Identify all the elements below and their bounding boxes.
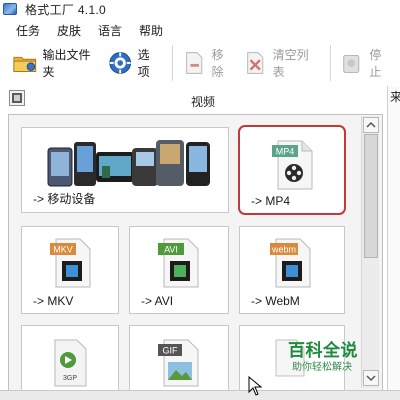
- output-folder-label: 输出文件夹: [42, 48, 91, 79]
- stop-label: 停止: [369, 48, 382, 79]
- clear-list-label: 清空列表: [272, 48, 309, 79]
- title-bar: 格式工厂 4.1.0: [0, 0, 400, 18]
- webm-badge: webm: [271, 245, 296, 255]
- clear-list-button[interactable]: 清空列表: [242, 43, 318, 83]
- options-label: 选项: [137, 48, 150, 79]
- gif-file-icon: GIF: [158, 339, 199, 387]
- task-list-pane: 来: [387, 86, 400, 400]
- remove-button[interactable]: 移除: [181, 43, 234, 83]
- tile-mkv[interactable]: MKV -> MKV: [21, 226, 119, 314]
- mouse-cursor-icon: [248, 376, 262, 396]
- tile-label: -> AVI: [141, 294, 174, 308]
- avi-badge: AVI: [164, 245, 178, 255]
- tile-mobile-devices[interactable]: -> 移动设备: [21, 127, 229, 213]
- toolbar-divider: [172, 45, 174, 81]
- tile-label: -> 移动设备: [33, 192, 96, 206]
- webm-file-icon: webm: [270, 238, 311, 288]
- video-panel-title: 视频: [191, 95, 216, 109]
- folder-icon: [13, 56, 37, 72]
- options-gear-icon: [109, 52, 132, 74]
- tile-webm[interactable]: webm -> WebM: [239, 226, 345, 314]
- film-icon[interactable]: [9, 90, 25, 106]
- 3gp-file-icon: 3GP: [54, 339, 87, 387]
- watermark-subtitle: 助你轻松解决: [292, 362, 352, 373]
- tile-avi[interactable]: AVI -> AVI: [129, 226, 229, 314]
- menu-task[interactable]: 任务: [16, 22, 40, 39]
- clear-list-icon: [247, 52, 264, 74]
- tile-gif[interactable]: GIF: [129, 325, 229, 391]
- chevron-down-icon: [366, 375, 376, 382]
- scroll-up-button[interactable]: [363, 117, 379, 133]
- remove-document-icon: [186, 52, 203, 74]
- 3gp-badge: 3GP: [63, 375, 77, 382]
- scroll-thumb[interactable]: [364, 134, 378, 258]
- tile-label: -> WebM: [251, 294, 300, 308]
- mp4-file-icon: MP4: [272, 140, 313, 190]
- options-button[interactable]: 选项: [107, 43, 160, 83]
- output-folder-button[interactable]: 输出文件夹: [12, 43, 99, 83]
- mkv-file-icon: MKV: [50, 238, 91, 288]
- remove-label: 移除: [211, 48, 224, 79]
- mobile-devices-icon: [47, 140, 210, 187]
- stop-button[interactable]: 停止: [339, 43, 392, 83]
- menu-bar: 任务 皮肤 语言 帮助: [0, 20, 400, 40]
- toolbar: 输出文件夹 选项 移除 清空列表 停止: [0, 40, 400, 86]
- tile-mp4[interactable]: MP4 -> MP4: [238, 125, 346, 215]
- toolbar-divider-2: [330, 45, 331, 81]
- bottom-panel-strip: [0, 390, 400, 400]
- app-logo-icon: [3, 3, 17, 15]
- menu-skin[interactable]: 皮肤: [57, 22, 81, 39]
- video-panel-header: 视频: [0, 86, 388, 112]
- watermark: 百科全说 助你轻松解决: [276, 336, 366, 374]
- tile-label: -> MP4: [251, 194, 291, 208]
- stop-icon: [343, 54, 360, 73]
- chevron-up-icon: [366, 121, 376, 128]
- menu-language[interactable]: 语言: [98, 22, 122, 39]
- avi-file-icon: AVI: [158, 238, 199, 288]
- menu-help[interactable]: 帮助: [139, 22, 163, 39]
- tile-label: -> MKV: [33, 294, 74, 308]
- tile-3gp[interactable]: 3GP: [21, 325, 119, 391]
- mkv-badge: MKV: [53, 245, 73, 255]
- window-title: 格式工厂 4.1.0: [25, 2, 107, 17]
- mp4-badge: MP4: [276, 147, 295, 157]
- gif-badge: GIF: [163, 346, 179, 356]
- task-list-header-label: 来: [390, 90, 400, 104]
